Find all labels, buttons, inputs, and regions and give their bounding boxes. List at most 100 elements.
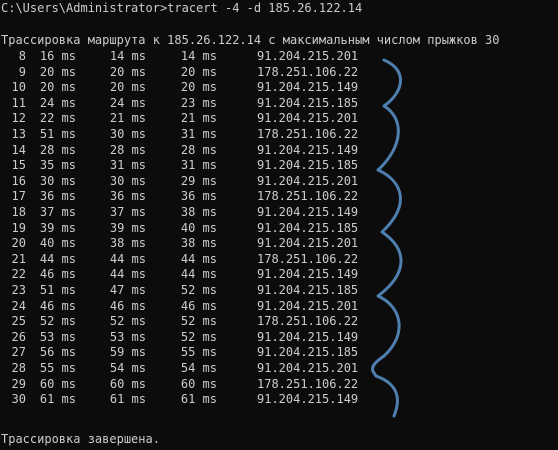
rtt-2: 38 ms xyxy=(109,236,146,251)
rtt-2: 61 ms xyxy=(109,392,146,407)
hop-number: 19 xyxy=(11,220,26,235)
hop-ip-address: 91.204.215.149 xyxy=(257,329,359,344)
trace-header: Трассировка маршрута к 185.26.122.14 с м… xyxy=(1,33,500,47)
rtt-3: 44 ms xyxy=(180,251,217,266)
hop-number: 15 xyxy=(11,158,26,173)
hop-ip-address: 91.204.215.185 xyxy=(257,158,359,173)
hop-ip-address: 178.251.106.22 xyxy=(257,251,359,266)
rtt-3: 20 ms xyxy=(180,80,217,95)
rtt-1: 40 ms xyxy=(39,236,76,251)
rtt-1: 55 ms xyxy=(39,361,76,375)
rtt-2: 30 ms xyxy=(109,127,146,141)
hop-number: 22 xyxy=(11,267,26,282)
rtt-1: 46 ms xyxy=(39,298,76,313)
rtt-2: 52 ms xyxy=(109,314,146,329)
hop-number: 21 xyxy=(11,251,26,266)
rtt-3: 61 ms xyxy=(180,392,217,407)
hop-number: 24 xyxy=(11,298,26,313)
rtt-1: 46 ms xyxy=(39,267,76,282)
rtt-1: 37 ms xyxy=(39,205,76,219)
hop-ip-address: 91.204.215.149 xyxy=(257,142,359,157)
rtt-1: 24 ms xyxy=(39,95,76,110)
rtt-3: 52 ms xyxy=(180,329,217,344)
rtt-3: 38 ms xyxy=(180,205,217,219)
hop-ip-address: 91.204.215.201 xyxy=(257,361,359,375)
rtt-3: 40 ms xyxy=(180,220,217,235)
rtt-1: 51 ms xyxy=(39,283,76,297)
rtt-1: 53 ms xyxy=(39,329,76,344)
rtt-2: 47 ms xyxy=(109,283,146,297)
rtt-2: 54 ms xyxy=(109,361,146,375)
rtt-3: 14 ms xyxy=(180,49,217,63)
hop-number: 14 xyxy=(11,142,26,157)
hop-ip-address: 91.204.215.149 xyxy=(257,267,359,282)
hop-ip-address: 91.204.215.149 xyxy=(257,392,359,407)
rtt-2: 14 ms xyxy=(109,49,146,63)
rtt-3: 29 ms xyxy=(180,173,217,188)
rtt-3: 20 ms xyxy=(180,64,217,79)
hop-ip-address: 178.251.106.22 xyxy=(257,64,359,79)
rtt-2: 20 ms xyxy=(109,80,146,95)
hop-number: 9 xyxy=(18,64,26,79)
rtt-1: 52 ms xyxy=(39,314,76,329)
hop-number: 10 xyxy=(11,80,26,95)
rtt-3: 31 ms xyxy=(180,127,217,141)
hop-number: 11 xyxy=(11,95,26,110)
rtt-2: 36 ms xyxy=(109,189,146,204)
hop-ip-address: 91.204.215.149 xyxy=(257,205,359,219)
hop-ip-address: 178.251.106.22 xyxy=(257,189,359,204)
rtt-2: 21 ms xyxy=(109,111,146,126)
hand-drawn-bracket xyxy=(371,58,403,418)
hop-ip-address: 178.251.106.22 xyxy=(257,376,359,391)
hop-ip-address: 91.204.215.185 xyxy=(257,95,359,110)
rtt-2: 24 ms xyxy=(109,95,146,110)
rtt-1: 61 ms xyxy=(39,392,76,407)
hop-ip-address: 178.251.106.22 xyxy=(257,127,359,141)
rtt-2: 44 ms xyxy=(109,267,146,282)
hop-number: 16 xyxy=(11,173,26,188)
rtt-3: 38 ms xyxy=(180,236,217,251)
hop-number: 29 xyxy=(11,376,26,391)
hop-number: 13 xyxy=(11,127,26,141)
hop-number: 25 xyxy=(11,314,26,329)
rtt-3: 28 ms xyxy=(180,142,217,157)
rtt-1: 56 ms xyxy=(39,345,76,360)
rtt-2: 39 ms xyxy=(109,220,146,235)
rtt-2: 59 ms xyxy=(109,345,146,360)
rtt-3: 52 ms xyxy=(180,283,217,297)
rtt-1: 60 ms xyxy=(39,376,76,391)
rtt-1: 20 ms xyxy=(39,80,76,95)
hop-ip-address: 91.204.215.201 xyxy=(257,298,359,313)
hop-number: 30 xyxy=(11,392,26,407)
rtt-2: 60 ms xyxy=(109,376,146,391)
hop-number: 12 xyxy=(11,111,26,126)
rtt-1: 36 ms xyxy=(39,189,76,204)
rtt-2: 46 ms xyxy=(109,298,146,313)
console-window[interactable]: C:\Users\Administrator>tracert -4 -d 185… xyxy=(0,0,558,450)
rtt-2: 30 ms xyxy=(109,173,146,188)
rtt-2: 44 ms xyxy=(109,251,146,266)
hop-ip-address: 91.204.215.201 xyxy=(257,111,359,126)
rtt-3: 36 ms xyxy=(180,189,217,204)
rtt-2: 20 ms xyxy=(109,64,146,79)
rtt-1: 35 ms xyxy=(39,158,76,173)
rtt-3: 55 ms xyxy=(180,345,217,360)
hop-number: 28 xyxy=(11,361,26,375)
hop-ip-address: 178.251.106.22 xyxy=(257,314,359,329)
rtt-2: 53 ms xyxy=(109,329,146,344)
hop-number: 18 xyxy=(11,205,26,219)
rtt-3: 21 ms xyxy=(180,111,217,126)
rtt-3: 44 ms xyxy=(180,267,217,282)
rtt-1: 20 ms xyxy=(39,64,76,79)
hop-number: 27 xyxy=(11,345,26,360)
hop-ip-address: 91.204.215.185 xyxy=(257,220,359,235)
rtt-3: 46 ms xyxy=(180,298,217,313)
rtt-3: 60 ms xyxy=(180,376,217,391)
hop-number: 17 xyxy=(11,189,26,204)
rtt-2: 37 ms xyxy=(109,205,146,219)
rtt-1: 39 ms xyxy=(39,220,76,235)
rtt-1: 30 ms xyxy=(39,173,76,188)
rtt-1: 44 ms xyxy=(39,251,76,266)
hop-ip-address: 91.204.215.201 xyxy=(257,173,359,188)
hop-ip-address: 91.204.215.149 xyxy=(257,80,359,95)
